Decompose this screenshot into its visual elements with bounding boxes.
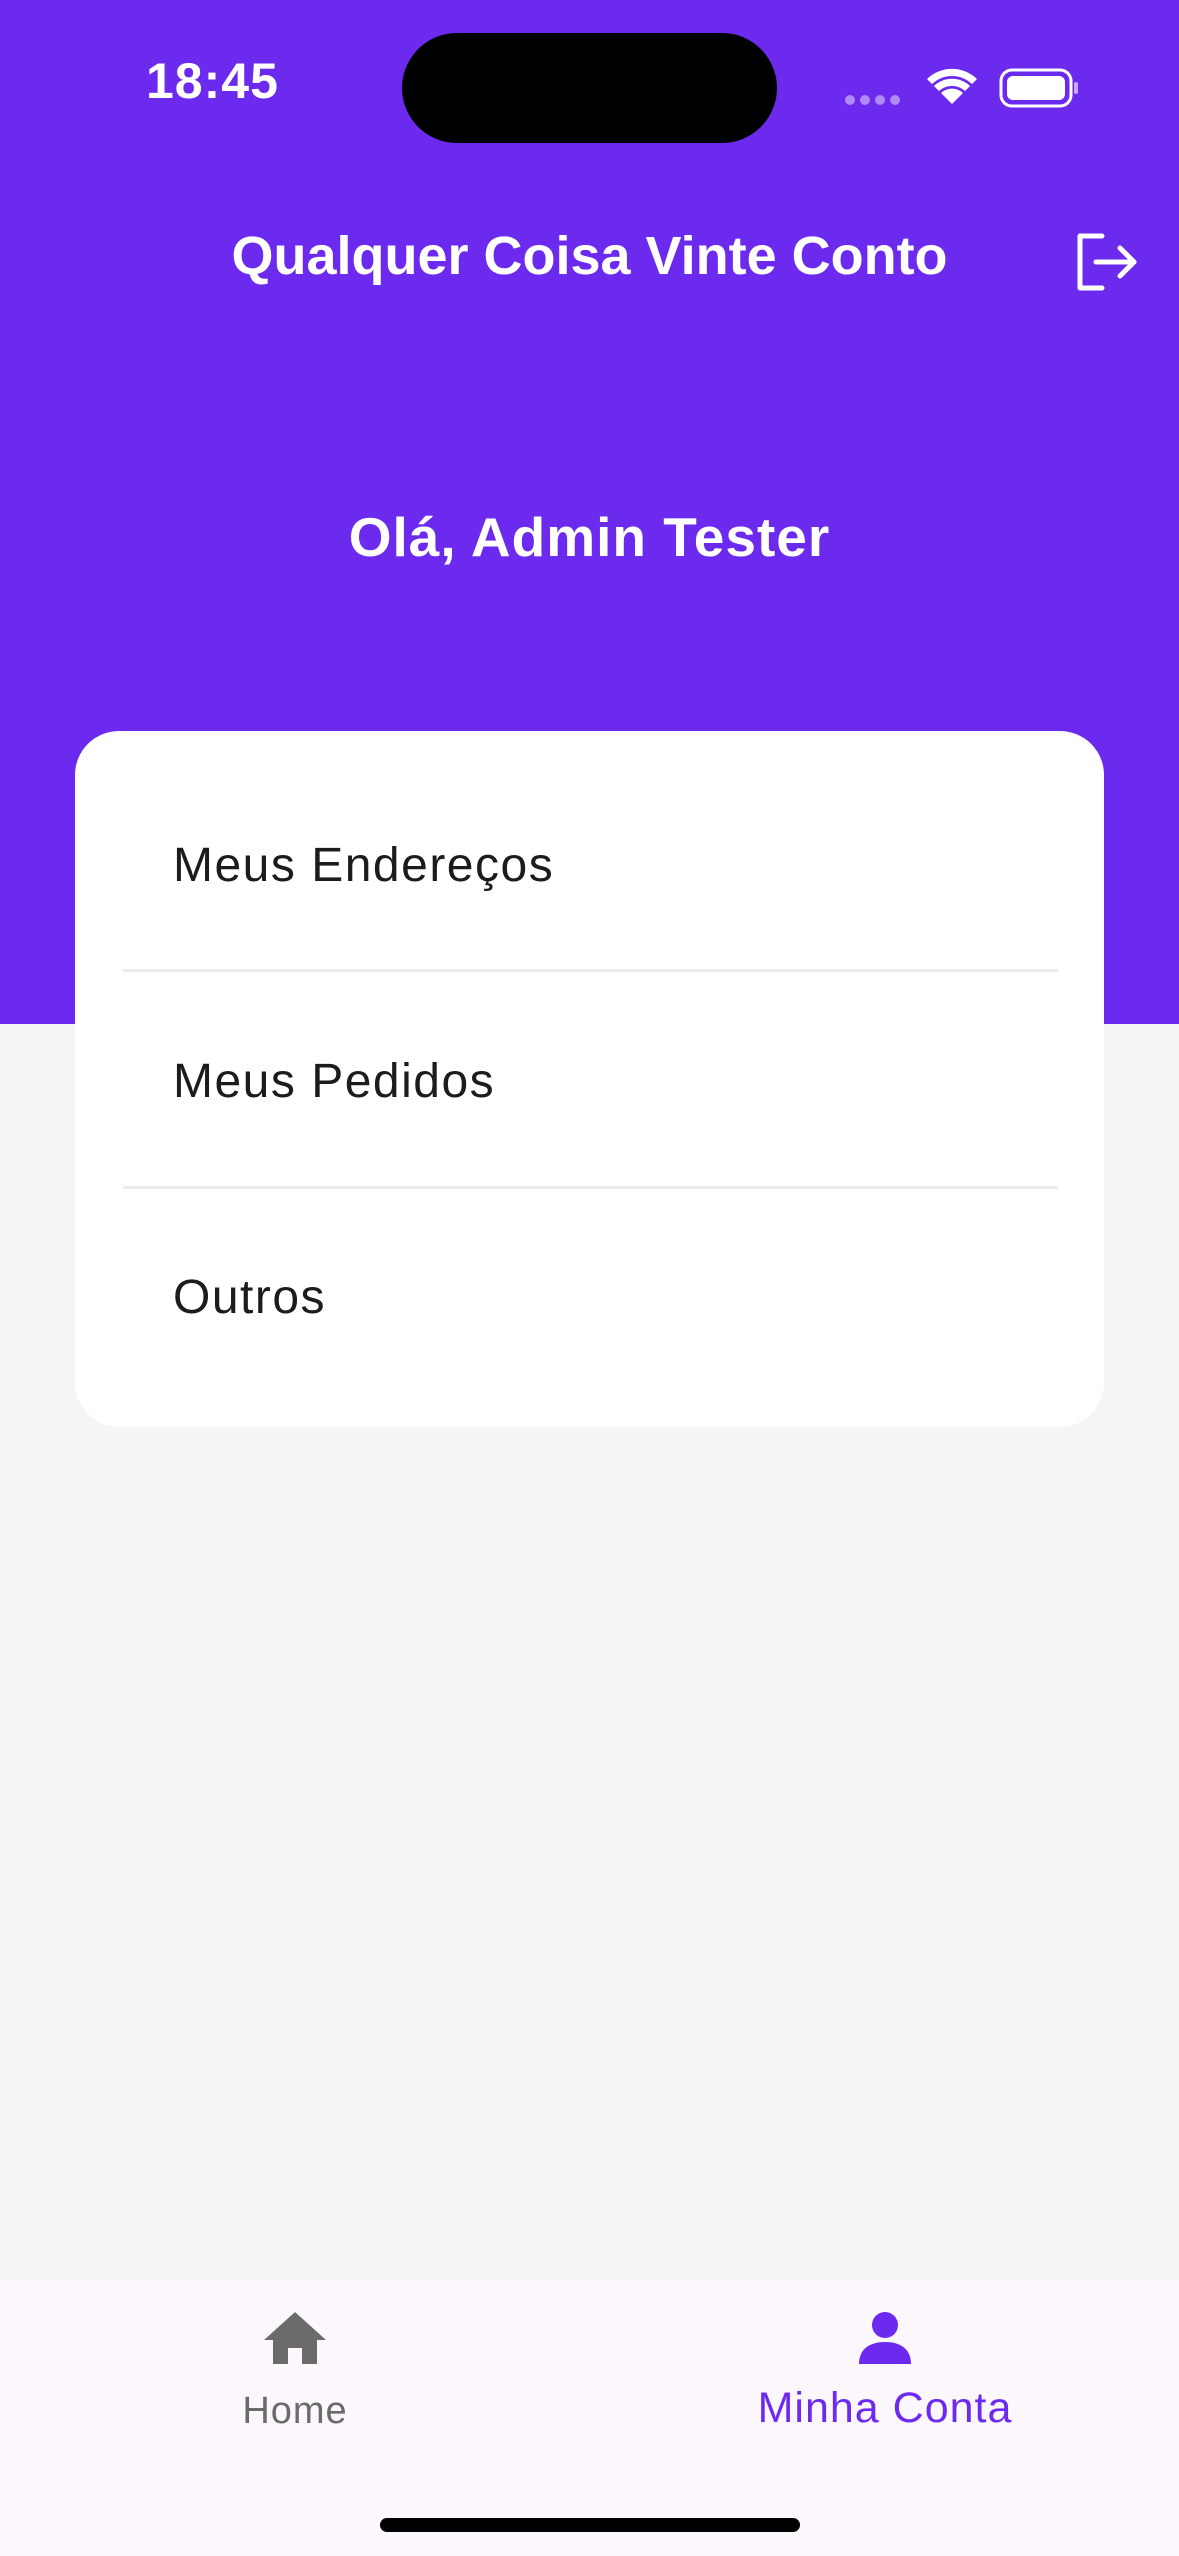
logout-icon xyxy=(1077,233,1137,291)
tab-home[interactable]: Home xyxy=(200,2310,390,2460)
logout-button[interactable] xyxy=(1072,228,1142,298)
menu-item-label: Meus Pedidos xyxy=(173,1054,496,1108)
tab-minha-conta[interactable]: Minha Conta xyxy=(740,2310,1030,2460)
menu-item-others[interactable]: Outros xyxy=(75,1197,1104,1397)
greeting-text: Olá, Admin Tester xyxy=(348,506,831,568)
status-time: 18:45 xyxy=(146,53,279,109)
home-indicator xyxy=(380,2518,800,2532)
battery-icon xyxy=(999,68,1078,108)
cellular-dots-icon xyxy=(845,95,900,105)
menu-item-addresses[interactable]: Meus Endereços xyxy=(75,765,1104,965)
divider xyxy=(123,1186,1058,1189)
account-menu-card: Meus Endereços Meus Pedidos Outros xyxy=(75,731,1104,1427)
dynamic-island xyxy=(402,33,777,143)
tab-minha-conta-label: Minha Conta xyxy=(757,2384,1013,2432)
app-title: Qualquer Coisa Vinte Conto xyxy=(231,226,948,286)
bottom-navigation: Home Minha Conta xyxy=(0,2280,1179,2556)
status-icons xyxy=(845,60,1085,110)
menu-item-label: Meus Endereços xyxy=(173,838,555,892)
tab-home-label: Home xyxy=(242,2390,348,2432)
home-icon xyxy=(264,2312,326,2364)
menu-item-orders[interactable]: Meus Pedidos xyxy=(75,981,1104,1181)
divider xyxy=(123,969,1058,972)
menu-item-label: Outros xyxy=(173,1270,327,1324)
person-icon xyxy=(859,2312,911,2364)
wifi-icon xyxy=(927,68,977,104)
